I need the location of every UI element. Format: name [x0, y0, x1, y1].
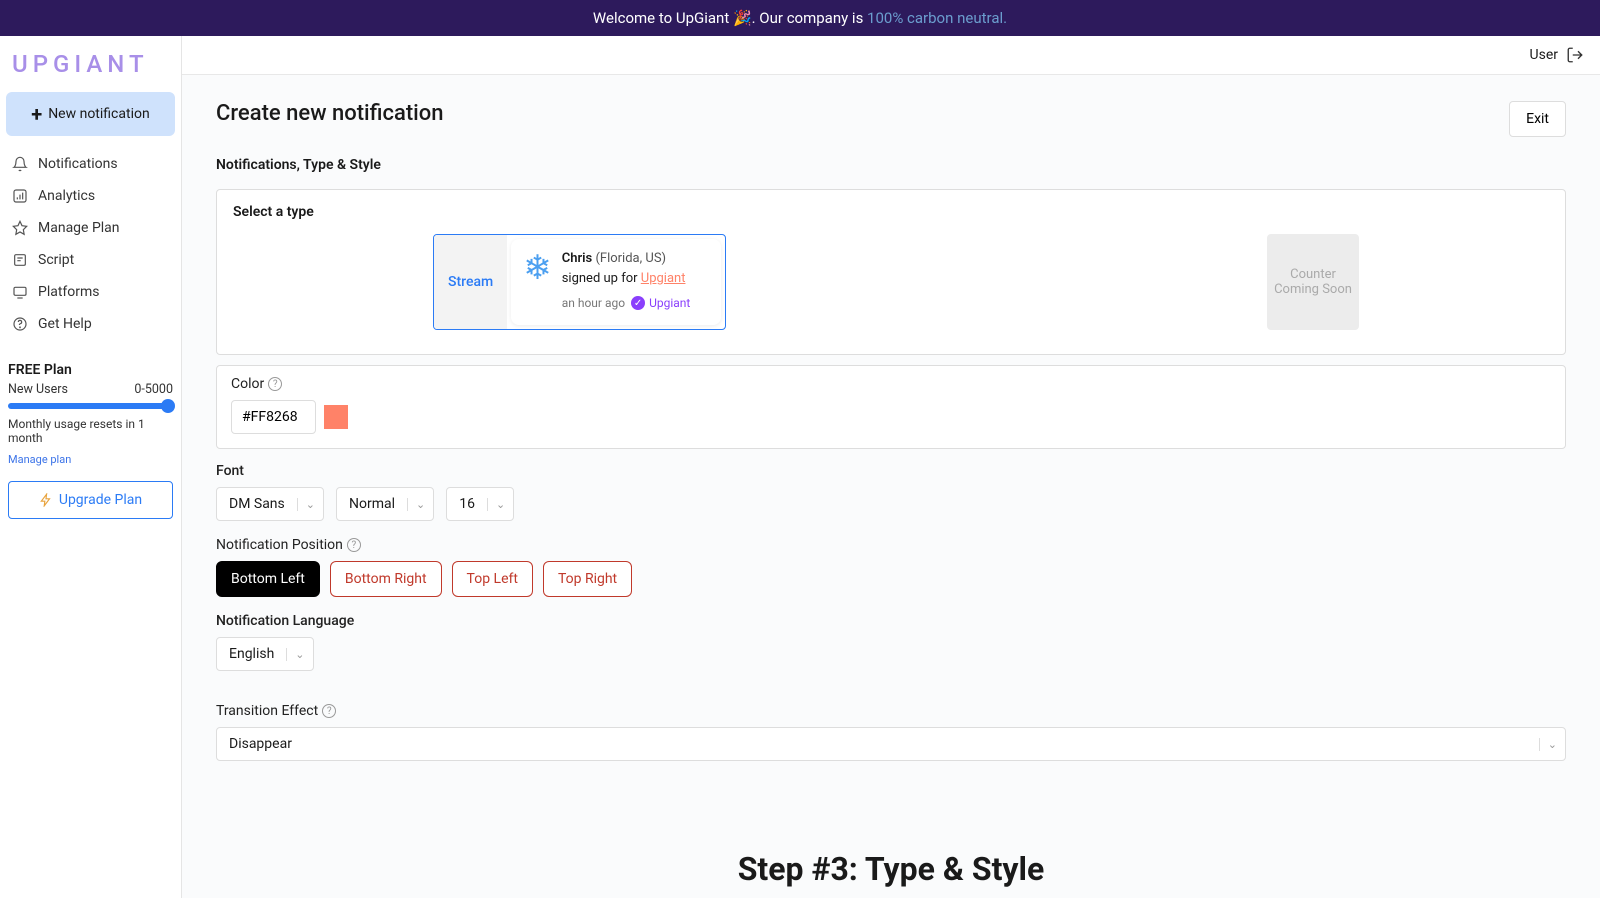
upgrade-plan-button[interactable]: Upgrade Plan: [8, 481, 173, 519]
manage-plan-link[interactable]: Manage plan: [8, 453, 71, 466]
usage-slider[interactable]: [8, 403, 173, 409]
bolt-icon: [39, 493, 53, 507]
position-label: Notification Position: [216, 537, 343, 553]
color-box: Color?: [216, 365, 1566, 449]
type-selector-box: Select a type Stream ❄ Chris (Florida, U…: [216, 189, 1566, 355]
color-label: Color: [231, 376, 264, 392]
sidebar-item-analytics[interactable]: Analytics: [6, 180, 175, 212]
user-label: User: [1530, 47, 1558, 63]
color-hex-input[interactable]: [231, 400, 316, 434]
help-tooltip-icon[interactable]: ?: [268, 377, 282, 391]
sidebar: UPGIANT + New notification Notifications…: [0, 36, 182, 898]
snowflake-icon: ❄: [523, 251, 552, 285]
font-family-select[interactable]: DM Sans⌄: [216, 487, 324, 521]
plan-usage-row: New Users 0-5000: [8, 382, 173, 397]
topbar: User: [182, 36, 1600, 75]
step-overlay: Step #3: Type & Style: [738, 850, 1045, 888]
page-title: Create new notification: [216, 101, 444, 126]
type-card-counter: Counter Coming Soon: [1267, 234, 1359, 330]
new-notification-button[interactable]: + New notification: [6, 92, 175, 136]
plan-title: FREE Plan: [8, 362, 173, 378]
star-icon: [12, 220, 28, 236]
position-top-left[interactable]: Top Left: [452, 561, 533, 597]
font-weight-select[interactable]: Normal⌄: [336, 487, 434, 521]
sidebar-item-get-help[interactable]: Get Help: [6, 308, 175, 340]
help-tooltip-icon[interactable]: ?: [322, 704, 336, 718]
script-icon: [12, 252, 28, 268]
sidebar-item-platforms[interactable]: Platforms: [6, 276, 175, 308]
plus-icon: +: [31, 104, 42, 124]
position-bottom-left[interactable]: Bottom Left: [216, 561, 320, 597]
banner-text: Welcome to UpGiant 🎉. Our company is: [593, 9, 867, 27]
font-size-select[interactable]: 16⌄: [446, 487, 514, 521]
platforms-icon: [12, 284, 28, 300]
exit-button[interactable]: Exit: [1509, 101, 1566, 137]
content: Create new notification Exit Notificatio…: [182, 75, 1600, 898]
logo: UPGIANT: [6, 48, 175, 92]
help-tooltip-icon[interactable]: ?: [347, 538, 361, 552]
language-label: Notification Language: [216, 613, 1566, 629]
select-type-label: Select a type: [233, 204, 1549, 220]
chevron-down-icon: ⌄: [487, 498, 513, 511]
top-banner: Welcome to UpGiant 🎉. Our company is 100…: [0, 0, 1600, 36]
main: User Create new notification Exit Notifi…: [182, 36, 1600, 898]
transition-label: Transition Effect: [216, 703, 318, 719]
chart-icon: [12, 188, 28, 204]
slider-thumb[interactable]: [161, 399, 175, 413]
type-card-stream[interactable]: Stream ❄ Chris (Florida, US) signed up f…: [433, 234, 726, 330]
plan-box: FREE Plan New Users 0-5000 Monthly usage…: [6, 358, 175, 523]
sidebar-item-manage-plan[interactable]: Manage Plan: [6, 212, 175, 244]
verified-badge: ✓Upgiant: [631, 294, 690, 312]
chevron-down-icon: ⌄: [1539, 738, 1565, 751]
preview-brand-link[interactable]: Upgiant: [641, 271, 686, 286]
banner-link[interactable]: 100% carbon neutral.: [867, 9, 1007, 27]
sidebar-item-script[interactable]: Script: [6, 244, 175, 276]
chevron-down-icon: ⌄: [407, 498, 433, 511]
notification-preview: ❄ Chris (Florida, US) signed up for Upgi…: [511, 239, 721, 325]
new-notification-label: New notification: [48, 106, 150, 122]
sidebar-item-notifications[interactable]: Notifications: [6, 148, 175, 180]
chevron-down-icon: ⌄: [297, 498, 323, 511]
logout-icon[interactable]: [1566, 46, 1584, 64]
transition-select[interactable]: Disappear⌄: [216, 727, 1566, 761]
stream-tab: Stream: [434, 235, 507, 329]
color-swatch[interactable]: [324, 405, 348, 429]
section-title: Notifications, Type & Style: [216, 157, 1566, 173]
position-top-right[interactable]: Top Right: [543, 561, 632, 597]
chevron-down-icon: ⌄: [286, 648, 312, 661]
help-icon: [12, 316, 28, 332]
plan-note: Monthly usage resets in 1 month: [8, 417, 173, 445]
font-label: Font: [216, 463, 1566, 479]
language-select[interactable]: English⌄: [216, 637, 314, 671]
bell-icon: [12, 156, 28, 172]
position-bottom-right[interactable]: Bottom Right: [330, 561, 442, 597]
